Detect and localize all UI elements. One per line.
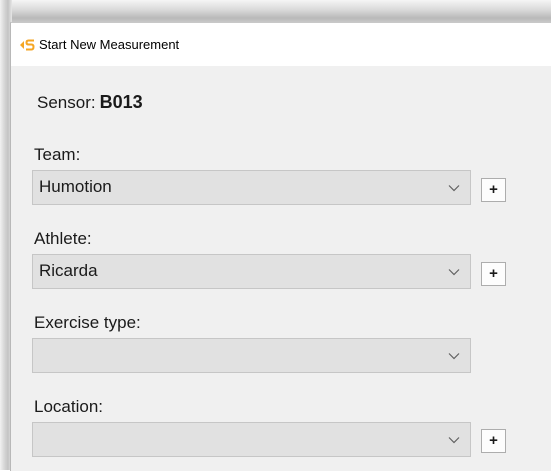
- chevron-down-icon: [448, 185, 460, 192]
- team-label: Team:: [34, 145, 81, 164]
- title-bar[interactable]: Start New Measurement: [11, 23, 551, 66]
- add-team-button[interactable]: +: [481, 178, 506, 202]
- chevron-down-icon: [448, 437, 460, 444]
- sensor-row: Sensor: B013: [37, 92, 143, 113]
- form-panel: Sensor: B013 Team: Humotion + Athlete: Ri…: [11, 66, 551, 471]
- exercise-type-select[interactable]: [32, 338, 471, 373]
- window-title: Start New Measurement: [39, 37, 180, 52]
- chevron-down-icon: [448, 269, 460, 276]
- athlete-label: Athlete:: [34, 229, 92, 248]
- sensor-label: Sensor:: [37, 93, 96, 112]
- add-athlete-button[interactable]: +: [481, 262, 506, 286]
- athlete-select[interactable]: Ricarda: [32, 254, 471, 289]
- exercise-type-label: Exercise type:: [34, 313, 141, 332]
- chevron-down-icon: [448, 353, 460, 360]
- app-logo-icon: [20, 39, 35, 51]
- sensor-value: B013: [99, 92, 143, 112]
- location-label: Location:: [34, 397, 103, 416]
- location-select[interactable]: [32, 422, 471, 457]
- dialog-window: Start New Measurement Sensor: B013 Team: …: [10, 22, 551, 471]
- team-selected-value: Humotion: [39, 177, 112, 196]
- athlete-selected-value: Ricarda: [39, 261, 98, 280]
- add-location-button[interactable]: +: [481, 429, 506, 453]
- team-select[interactable]: Humotion: [32, 170, 471, 205]
